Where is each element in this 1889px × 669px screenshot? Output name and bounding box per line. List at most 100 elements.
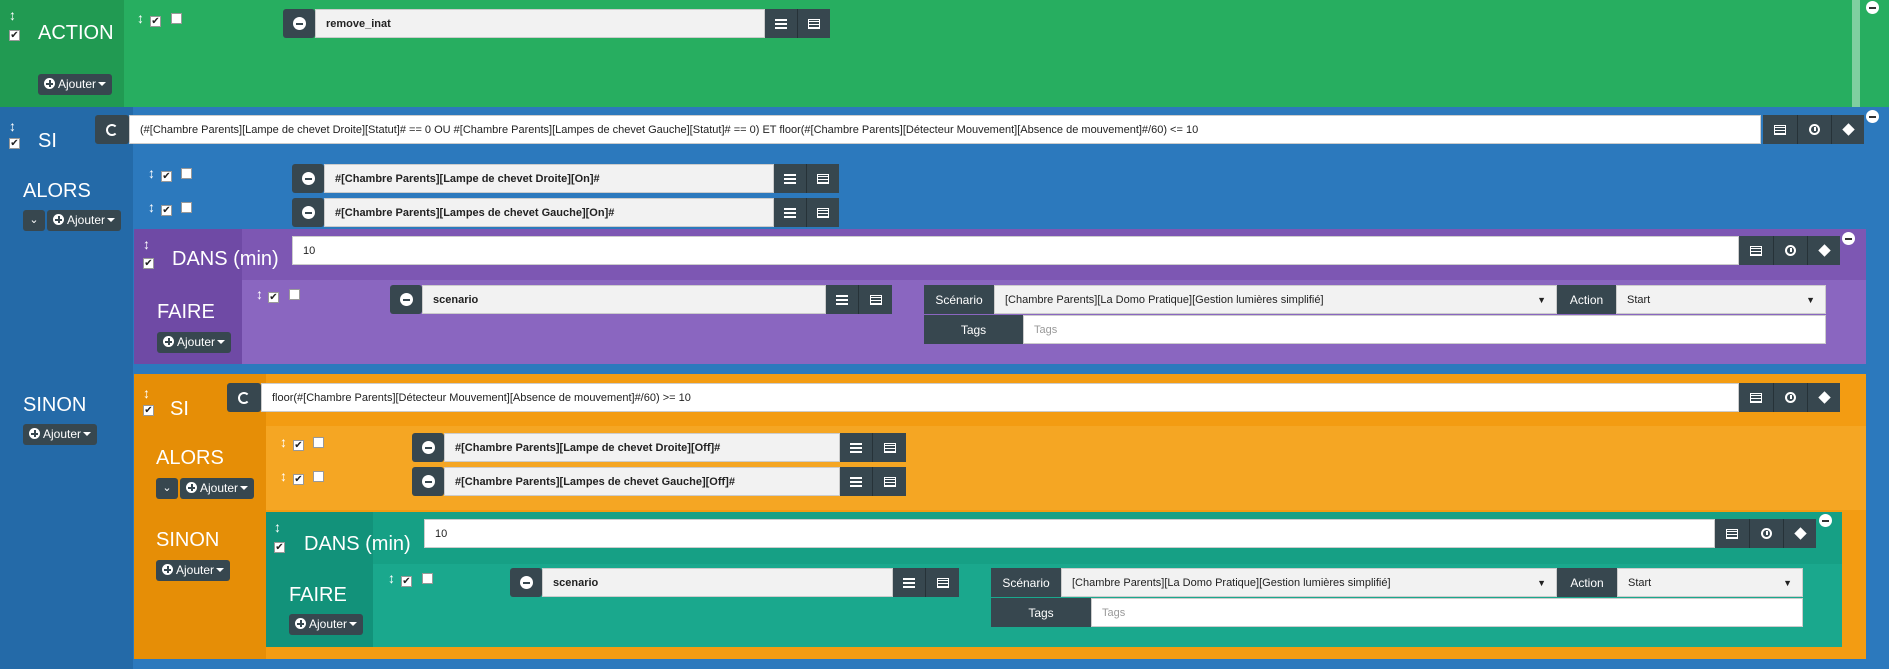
- remove-action-button[interactable]: [283, 9, 315, 38]
- enable-checkbox[interactable]: [161, 166, 172, 184]
- remove-in-icon[interactable]: [1842, 232, 1855, 245]
- option-checkbox[interactable]: [289, 287, 300, 305]
- option-checkbox[interactable]: [181, 166, 192, 184]
- drag-handle-icon[interactable]: ↕: [9, 8, 16, 22]
- nested-then-add-button[interactable]: Ajouter: [180, 478, 255, 499]
- history-button[interactable]: [1749, 519, 1783, 548]
- drag-handle-icon[interactable]: ↕: [280, 435, 287, 449]
- select-options-button[interactable]: [872, 467, 906, 496]
- cube-button[interactable]: [1807, 383, 1840, 412]
- select-cmd-button[interactable]: [774, 164, 806, 193]
- select-options-button[interactable]: [806, 164, 839, 193]
- nested-then-action-input[interactable]: #[Chambre Parents][Lampes de chevet Gauc…: [444, 467, 840, 496]
- drag-handle-icon[interactable]: ↕: [143, 237, 150, 251]
- select-options-button[interactable]: [797, 9, 830, 38]
- drag-handle-icon[interactable]: ↕: [148, 166, 155, 180]
- select-cmd-button[interactable]: [840, 433, 872, 462]
- collapse-button[interactable]: ⌄: [156, 478, 178, 499]
- then-add-button[interactable]: Ajouter: [47, 210, 122, 231]
- scenario-select[interactable]: [Chambre Parents][La Domo Pratique][Gest…: [1061, 568, 1557, 597]
- enable-checkbox[interactable]: [143, 400, 154, 418]
- select-cmd-button[interactable]: [765, 9, 797, 38]
- do-command-input[interactable]: scenario: [422, 285, 826, 314]
- enable-checkbox[interactable]: [9, 25, 20, 43]
- enable-checkbox[interactable]: [150, 11, 161, 29]
- refresh-button[interactable]: [227, 383, 261, 412]
- minus-icon: [421, 475, 435, 488]
- enable-checkbox[interactable]: [401, 571, 412, 589]
- enable-checkbox[interactable]: [9, 133, 20, 151]
- drag-handle-icon[interactable]: ↕: [9, 119, 16, 133]
- plus-circle-icon: [186, 482, 197, 493]
- tags-label: Tags: [924, 315, 1023, 344]
- select-options-button[interactable]: [872, 433, 906, 462]
- command-input[interactable]: remove_inat: [315, 9, 765, 38]
- remove-action-button[interactable]: [412, 433, 444, 462]
- in-minutes-input[interactable]: 10: [292, 236, 1739, 265]
- enable-checkbox[interactable]: [161, 200, 172, 218]
- nested-do-command-input[interactable]: scenario: [542, 568, 893, 597]
- select-cmd-button[interactable]: [840, 467, 872, 496]
- nested-if-condition-input[interactable]: floor(#[Chambre Parents][Détecteur Mouve…: [261, 383, 1739, 412]
- nested-then-action-input[interactable]: #[Chambre Parents][Lampe de chevet Droit…: [444, 433, 840, 462]
- remove-action-button[interactable]: [390, 285, 422, 314]
- action-select[interactable]: Start ▼: [1617, 568, 1803, 597]
- remove-action-button[interactable]: [510, 568, 542, 597]
- option-checkbox[interactable]: [313, 469, 324, 487]
- remove-if-icon[interactable]: [1866, 110, 1879, 123]
- drag-handle-icon[interactable]: ↕: [148, 200, 155, 214]
- expression-button[interactable]: [1739, 383, 1773, 412]
- drag-handle-icon[interactable]: ↕: [388, 571, 395, 585]
- cube-button[interactable]: [1783, 519, 1816, 548]
- expression-button[interactable]: [1715, 519, 1749, 548]
- else-add-button[interactable]: Ajouter: [23, 424, 98, 445]
- drag-handle-icon[interactable]: ↕: [256, 287, 263, 301]
- select-options-button[interactable]: [806, 198, 839, 227]
- option-checkbox[interactable]: [171, 11, 182, 29]
- select-options-button[interactable]: [925, 568, 959, 597]
- then-action-input[interactable]: #[Chambre Parents][Lampes de chevet Gauc…: [324, 198, 774, 227]
- drag-handle-icon[interactable]: ↕: [280, 469, 287, 483]
- drag-handle-icon[interactable]: ↕: [137, 11, 144, 25]
- expression-button[interactable]: [1739, 236, 1773, 265]
- then-action-input[interactable]: #[Chambre Parents][Lampe de chevet Droit…: [324, 164, 774, 193]
- enable-checkbox[interactable]: [293, 469, 304, 487]
- nested-in-minutes-input[interactable]: 10: [424, 519, 1715, 548]
- nested-else-add-button[interactable]: Ajouter: [156, 560, 231, 581]
- history-button[interactable]: [1773, 383, 1807, 412]
- option-checkbox[interactable]: [422, 571, 433, 589]
- tags-input[interactable]: Tags: [1023, 315, 1826, 344]
- collapse-button[interactable]: ⌄: [23, 210, 45, 231]
- action-select[interactable]: Start ▼: [1616, 285, 1826, 314]
- enable-checkbox[interactable]: [143, 253, 154, 271]
- drag-handle-icon[interactable]: ↕: [274, 520, 281, 534]
- drag-handle-icon[interactable]: ↕: [143, 386, 150, 400]
- remove-nested-in-icon[interactable]: [1819, 514, 1832, 527]
- scrollbar[interactable]: [1852, 0, 1860, 107]
- remove-action-button[interactable]: [412, 467, 444, 496]
- select-cmd-button[interactable]: [826, 285, 858, 314]
- nested-do-add-button[interactable]: Ajouter: [289, 614, 364, 635]
- cube-button[interactable]: [1831, 115, 1864, 144]
- remove-action-button[interactable]: [292, 164, 324, 193]
- enable-checkbox[interactable]: [268, 287, 279, 305]
- expression-button[interactable]: [1763, 115, 1797, 144]
- option-checkbox[interactable]: [181, 200, 192, 218]
- history-button[interactable]: [1773, 236, 1807, 265]
- cube-button[interactable]: [1807, 236, 1840, 265]
- top-remove-icon[interactable]: [1866, 1, 1879, 14]
- do-add-button[interactable]: Ajouter: [157, 332, 232, 353]
- option-checkbox[interactable]: [313, 435, 324, 453]
- history-button[interactable]: [1797, 115, 1831, 144]
- select-options-button[interactable]: [858, 285, 892, 314]
- if-condition-input[interactable]: (#[Chambre Parents][Lampe de chevet Droi…: [129, 115, 1761, 144]
- action-add-button[interactable]: Ajouter: [38, 74, 113, 95]
- tags-input[interactable]: Tags: [1091, 598, 1803, 627]
- refresh-button[interactable]: [95, 115, 129, 144]
- scenario-select[interactable]: [Chambre Parents][La Domo Pratique][Gest…: [994, 285, 1557, 314]
- remove-action-button[interactable]: [292, 198, 324, 227]
- enable-checkbox[interactable]: [274, 537, 285, 555]
- select-cmd-button[interactable]: [774, 198, 806, 227]
- select-cmd-button[interactable]: [893, 568, 925, 597]
- enable-checkbox[interactable]: [293, 435, 304, 453]
